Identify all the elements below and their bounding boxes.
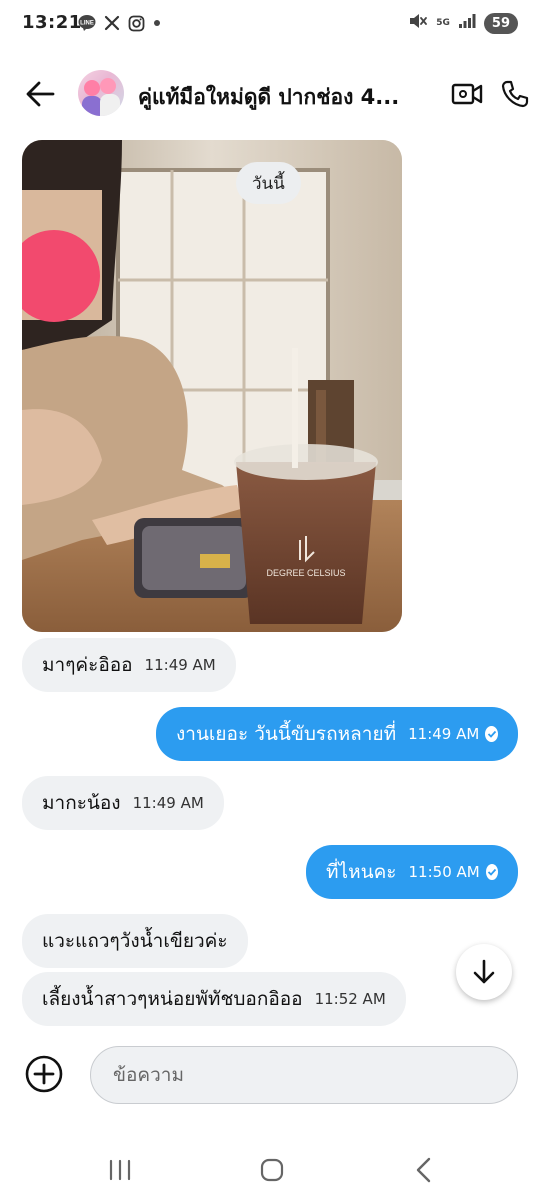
date-separator: วันนี้: [236, 162, 301, 204]
message-composer: [90, 1046, 518, 1104]
message-outgoing[interactable]: ที่ไหนคะ 11:50 AM: [306, 845, 518, 899]
message-incoming[interactable]: มากะน้อง 11:49 AM: [22, 776, 224, 830]
status-time: 13:21: [22, 12, 82, 33]
cafe-photo-image: DEGREE CELSIUS: [22, 140, 402, 632]
message-time: 11:49 AM: [408, 725, 480, 743]
chat-header: คู่แท้มือใหม่ดูดี ปากช่อง 4...: [0, 62, 540, 124]
svg-text:LINE: LINE: [80, 21, 94, 27]
message-incoming[interactable]: เลี้ยงน้ำสาวๆหน่อยพัทัชบอกอิออ 11:52 AM: [22, 972, 406, 1026]
status-bar: 13:21 LINE 5G 59: [0, 0, 540, 50]
notification-icons: LINE: [78, 14, 161, 32]
read-check-icon: [485, 864, 498, 880]
message-text: มากะน้อง: [42, 792, 121, 814]
read-check-icon: [485, 726, 498, 742]
message-text: ที่ไหนคะ: [326, 861, 397, 883]
status-right: 5G 59: [408, 12, 518, 34]
chat-avatar[interactable]: [78, 70, 124, 116]
message-input[interactable]: [113, 1047, 493, 1103]
message-text: แวะแถวๆวังน้ำเขียวค่ะ: [42, 930, 228, 952]
signal-icon: [458, 13, 476, 33]
message-incoming[interactable]: แวะแถวๆวังน้ำเขียวค่ะ: [22, 914, 248, 968]
message-text: มาๆค่ะอิออ: [42, 654, 133, 676]
plus-circle-icon: [25, 1055, 63, 1093]
system-nav-bar: [0, 1140, 540, 1200]
battery-indicator: 59: [483, 12, 518, 34]
scroll-to-bottom-button[interactable]: [456, 944, 512, 1000]
chevron-left-icon: [416, 1157, 431, 1183]
video-call-button[interactable]: [448, 76, 486, 112]
back-nav-button[interactable]: [402, 1150, 446, 1190]
message-time: 11:50 AM: [408, 863, 480, 881]
instagram-icon: [128, 15, 145, 32]
mute-icon: [408, 12, 428, 34]
message-text: เลี้ยงน้ำสาวๆหน่อยพัทัชบอกอิออ: [42, 988, 303, 1010]
message-time: 11:49 AM: [132, 794, 204, 812]
home-icon: [260, 1158, 284, 1182]
message-time: 11:52 AM: [314, 990, 386, 1008]
photo-attachment[interactable]: DEGREE CELSIUS: [22, 140, 402, 632]
voice-call-button[interactable]: [496, 76, 534, 112]
back-arrow-icon: [26, 81, 55, 107]
svg-text:DEGREE CELSIUS: DEGREE CELSIUS: [266, 568, 345, 578]
message-text: งานเยอะ วันนี้ขับรถหลายที่: [176, 723, 397, 745]
recents-button[interactable]: [98, 1150, 142, 1190]
line-icon: LINE: [78, 14, 96, 32]
message-outgoing[interactable]: งานเยอะ วันนี้ขับรถหลายที่ 11:49 AM: [156, 707, 518, 761]
add-attachment-button[interactable]: [22, 1052, 66, 1096]
video-camera-icon: [451, 83, 483, 105]
arrow-down-icon: [473, 959, 495, 984]
chat-title[interactable]: คู่แท้มือใหม่ดูดี ปากช่อง 4...: [138, 81, 408, 114]
recents-icon: [109, 1159, 131, 1181]
network-type: 5G: [436, 18, 450, 28]
message-time: 11:49 AM: [144, 656, 216, 674]
back-button[interactable]: [20, 76, 60, 112]
home-button[interactable]: [250, 1150, 294, 1190]
dot-icon: [153, 19, 161, 27]
phone-icon: [501, 80, 529, 108]
x-icon: [104, 15, 120, 31]
message-incoming[interactable]: มาๆค่ะอิออ 11:49 AM: [22, 638, 236, 692]
